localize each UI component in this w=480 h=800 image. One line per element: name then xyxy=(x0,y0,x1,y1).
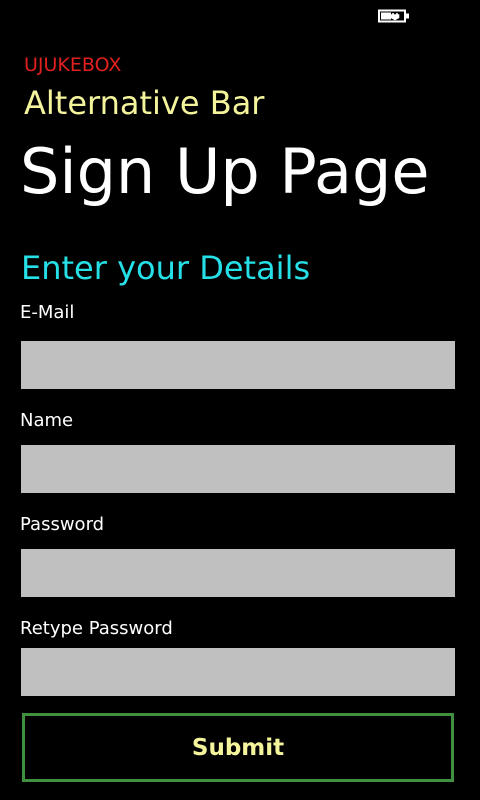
retype-password-label: Retype Password xyxy=(20,618,173,639)
section-heading: Enter your Details xyxy=(21,249,311,287)
battery-charging-icon xyxy=(378,9,409,23)
name-label: Name xyxy=(20,410,74,431)
password-label: Password xyxy=(20,514,105,535)
app-name: UJUKEBOX xyxy=(24,54,122,76)
page-title: Sign Up Page xyxy=(20,135,430,208)
email-label: E-Mail xyxy=(20,302,75,323)
submit-button[interactable]: Submit xyxy=(22,713,454,782)
password-field[interactable] xyxy=(21,549,455,597)
retype-password-field[interactable] xyxy=(21,648,455,696)
email-field[interactable] xyxy=(21,341,455,389)
name-field[interactable] xyxy=(21,445,455,493)
page-subtitle: Alternative Bar xyxy=(24,84,265,122)
status-bar xyxy=(0,0,480,32)
